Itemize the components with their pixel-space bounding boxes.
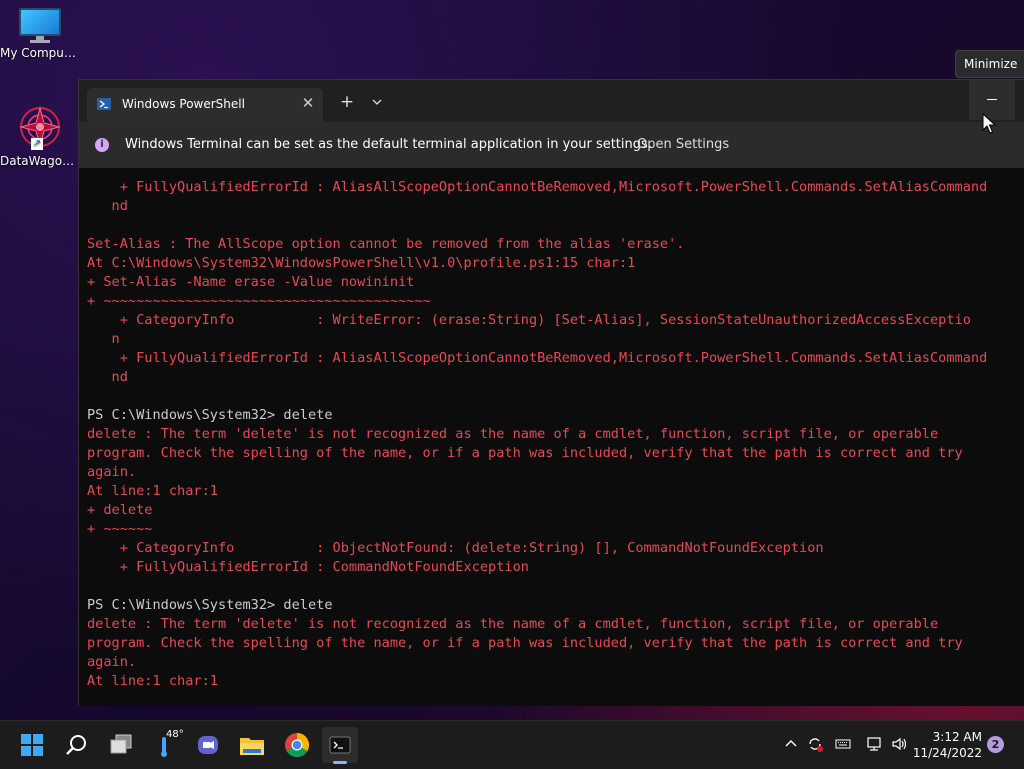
console-line: + FullyQualifiedErrorId : CommandNotFoun… — [87, 559, 529, 575]
mouse-cursor-icon — [982, 113, 996, 134]
tab-windows-powershell[interactable]: Windows PowerShell ✕ — [87, 88, 323, 122]
console-line: delete : The term 'delete' is not recogn… — [87, 616, 939, 632]
weather-widget[interactable]: 48° — [148, 727, 184, 763]
active-indicator — [333, 761, 347, 764]
console-line: At line:1 char:1 — [87, 483, 218, 499]
console-line: delete : The term 'delete' is not recogn… — [87, 426, 939, 442]
desktop-icon-label: DataWagon... — [0, 154, 80, 168]
console-line: + ~~~~~~ — [87, 521, 153, 537]
desktop-icon-my-computer[interactable]: My Computer — [0, 8, 80, 60]
console-line: Set-Alias : The AllScope option cannot b… — [87, 236, 685, 252]
sync-status-icon[interactable] — [806, 735, 824, 753]
weather-temperature: 48° — [166, 729, 184, 740]
network-icon[interactable] — [865, 735, 883, 753]
video-chat-icon — [198, 736, 218, 754]
chevron-up-icon — [785, 740, 797, 747]
console-line: again. — [87, 464, 137, 480]
console-output[interactable]: + FullyQualifiedErrorId : AliasAllScopeO… — [87, 178, 1024, 691]
new-tab-button[interactable]: + — [337, 92, 357, 112]
chrome-icon — [285, 733, 310, 758]
volume-icon[interactable] — [890, 735, 908, 753]
console-line: PS C:\Windows\System32> delete — [87, 597, 333, 613]
shortcut-arrow-icon: ↗ — [31, 138, 43, 150]
chrome-button[interactable] — [279, 727, 315, 763]
info-bar: i Windows Terminal can be set as the def… — [79, 122, 1024, 168]
clock-date: 11/24/2022 — [912, 746, 982, 760]
console-line: + ~~~~~~~~~~~~~~~~~~~~~~~~~~~~~~~~~~~~~~… — [87, 293, 431, 309]
search-icon — [66, 735, 86, 755]
task-view-button[interactable] — [103, 727, 139, 763]
console-line: n — [87, 331, 120, 347]
clock-time: 3:12 AM — [932, 730, 982, 744]
title-bar[interactable]: Windows PowerShell ✕ + — [79, 80, 1024, 122]
console-line: again. — [87, 654, 137, 670]
terminal-window: Windows PowerShell ✕ + i Windows Termina… — [78, 79, 1024, 706]
console-line: At line:1 char:1 — [87, 673, 218, 689]
datawagon-icon: ↗ — [17, 104, 63, 150]
console-line: PS C:\Windows\System32> delete — [87, 407, 333, 423]
open-settings-link[interactable]: Open Settings — [637, 137, 729, 152]
chevron-down-icon — [372, 99, 382, 105]
minimize-icon — [987, 99, 997, 100]
console-line: + delete — [87, 502, 153, 518]
keyboard-icon[interactable] — [834, 735, 852, 753]
console-line: + FullyQualifiedErrorId : AliasAllScopeO… — [87, 350, 988, 366]
console-line: program. Check the spelling of the name,… — [87, 445, 963, 461]
console-line: program. Check the spelling of the name,… — [87, 635, 963, 651]
console-line: + CategoryInfo : WriteError: (erase:Stri… — [87, 312, 971, 328]
minimize-tooltip: Minimize — [955, 50, 1024, 78]
info-message: Windows Terminal can be set as the defau… — [125, 137, 652, 152]
terminal-icon — [329, 736, 351, 754]
console-line: nd — [87, 369, 128, 385]
info-icon: i — [95, 138, 109, 152]
chat-button[interactable] — [190, 727, 226, 763]
console-line: At C:\Windows\System32\WindowsPowerShell… — [87, 255, 636, 271]
file-explorer-button[interactable] — [234, 727, 270, 763]
console-line: + FullyQualifiedErrorId : AliasAllScopeO… — [87, 179, 988, 195]
desktop-icon-datawagon[interactable]: ↗ DataWagon... — [0, 104, 80, 168]
desktop-icon-label: My Computer — [0, 46, 80, 60]
task-view-icon — [110, 734, 132, 754]
console-line: + CategoryInfo : ObjectNotFound: (delete… — [87, 540, 824, 556]
monitor-icon — [19, 8, 61, 43]
notification-badge[interactable]: 2 — [987, 736, 1004, 753]
terminal-taskbar-button[interactable] — [322, 727, 358, 764]
tab-close-button[interactable]: ✕ — [299, 94, 317, 112]
console-line: nd — [87, 198, 128, 214]
search-button[interactable] — [58, 727, 94, 763]
console-line: + Set-Alias -Name erase -Value nowininit — [87, 274, 415, 290]
taskbar: 48° 3:12 AM 11/24/2022 2 — [0, 720, 1024, 769]
sync-icon — [809, 738, 823, 752]
windows-logo-icon — [21, 734, 43, 756]
powershell-icon — [97, 98, 111, 110]
tab-title: Windows PowerShell — [122, 97, 245, 111]
clock[interactable]: 3:12 AM 11/24/2022 — [912, 729, 982, 761]
tab-dropdown-button[interactable] — [367, 92, 387, 112]
show-hidden-icons-button[interactable] — [782, 735, 800, 753]
folder-icon — [240, 738, 264, 755]
start-button[interactable] — [14, 727, 50, 763]
